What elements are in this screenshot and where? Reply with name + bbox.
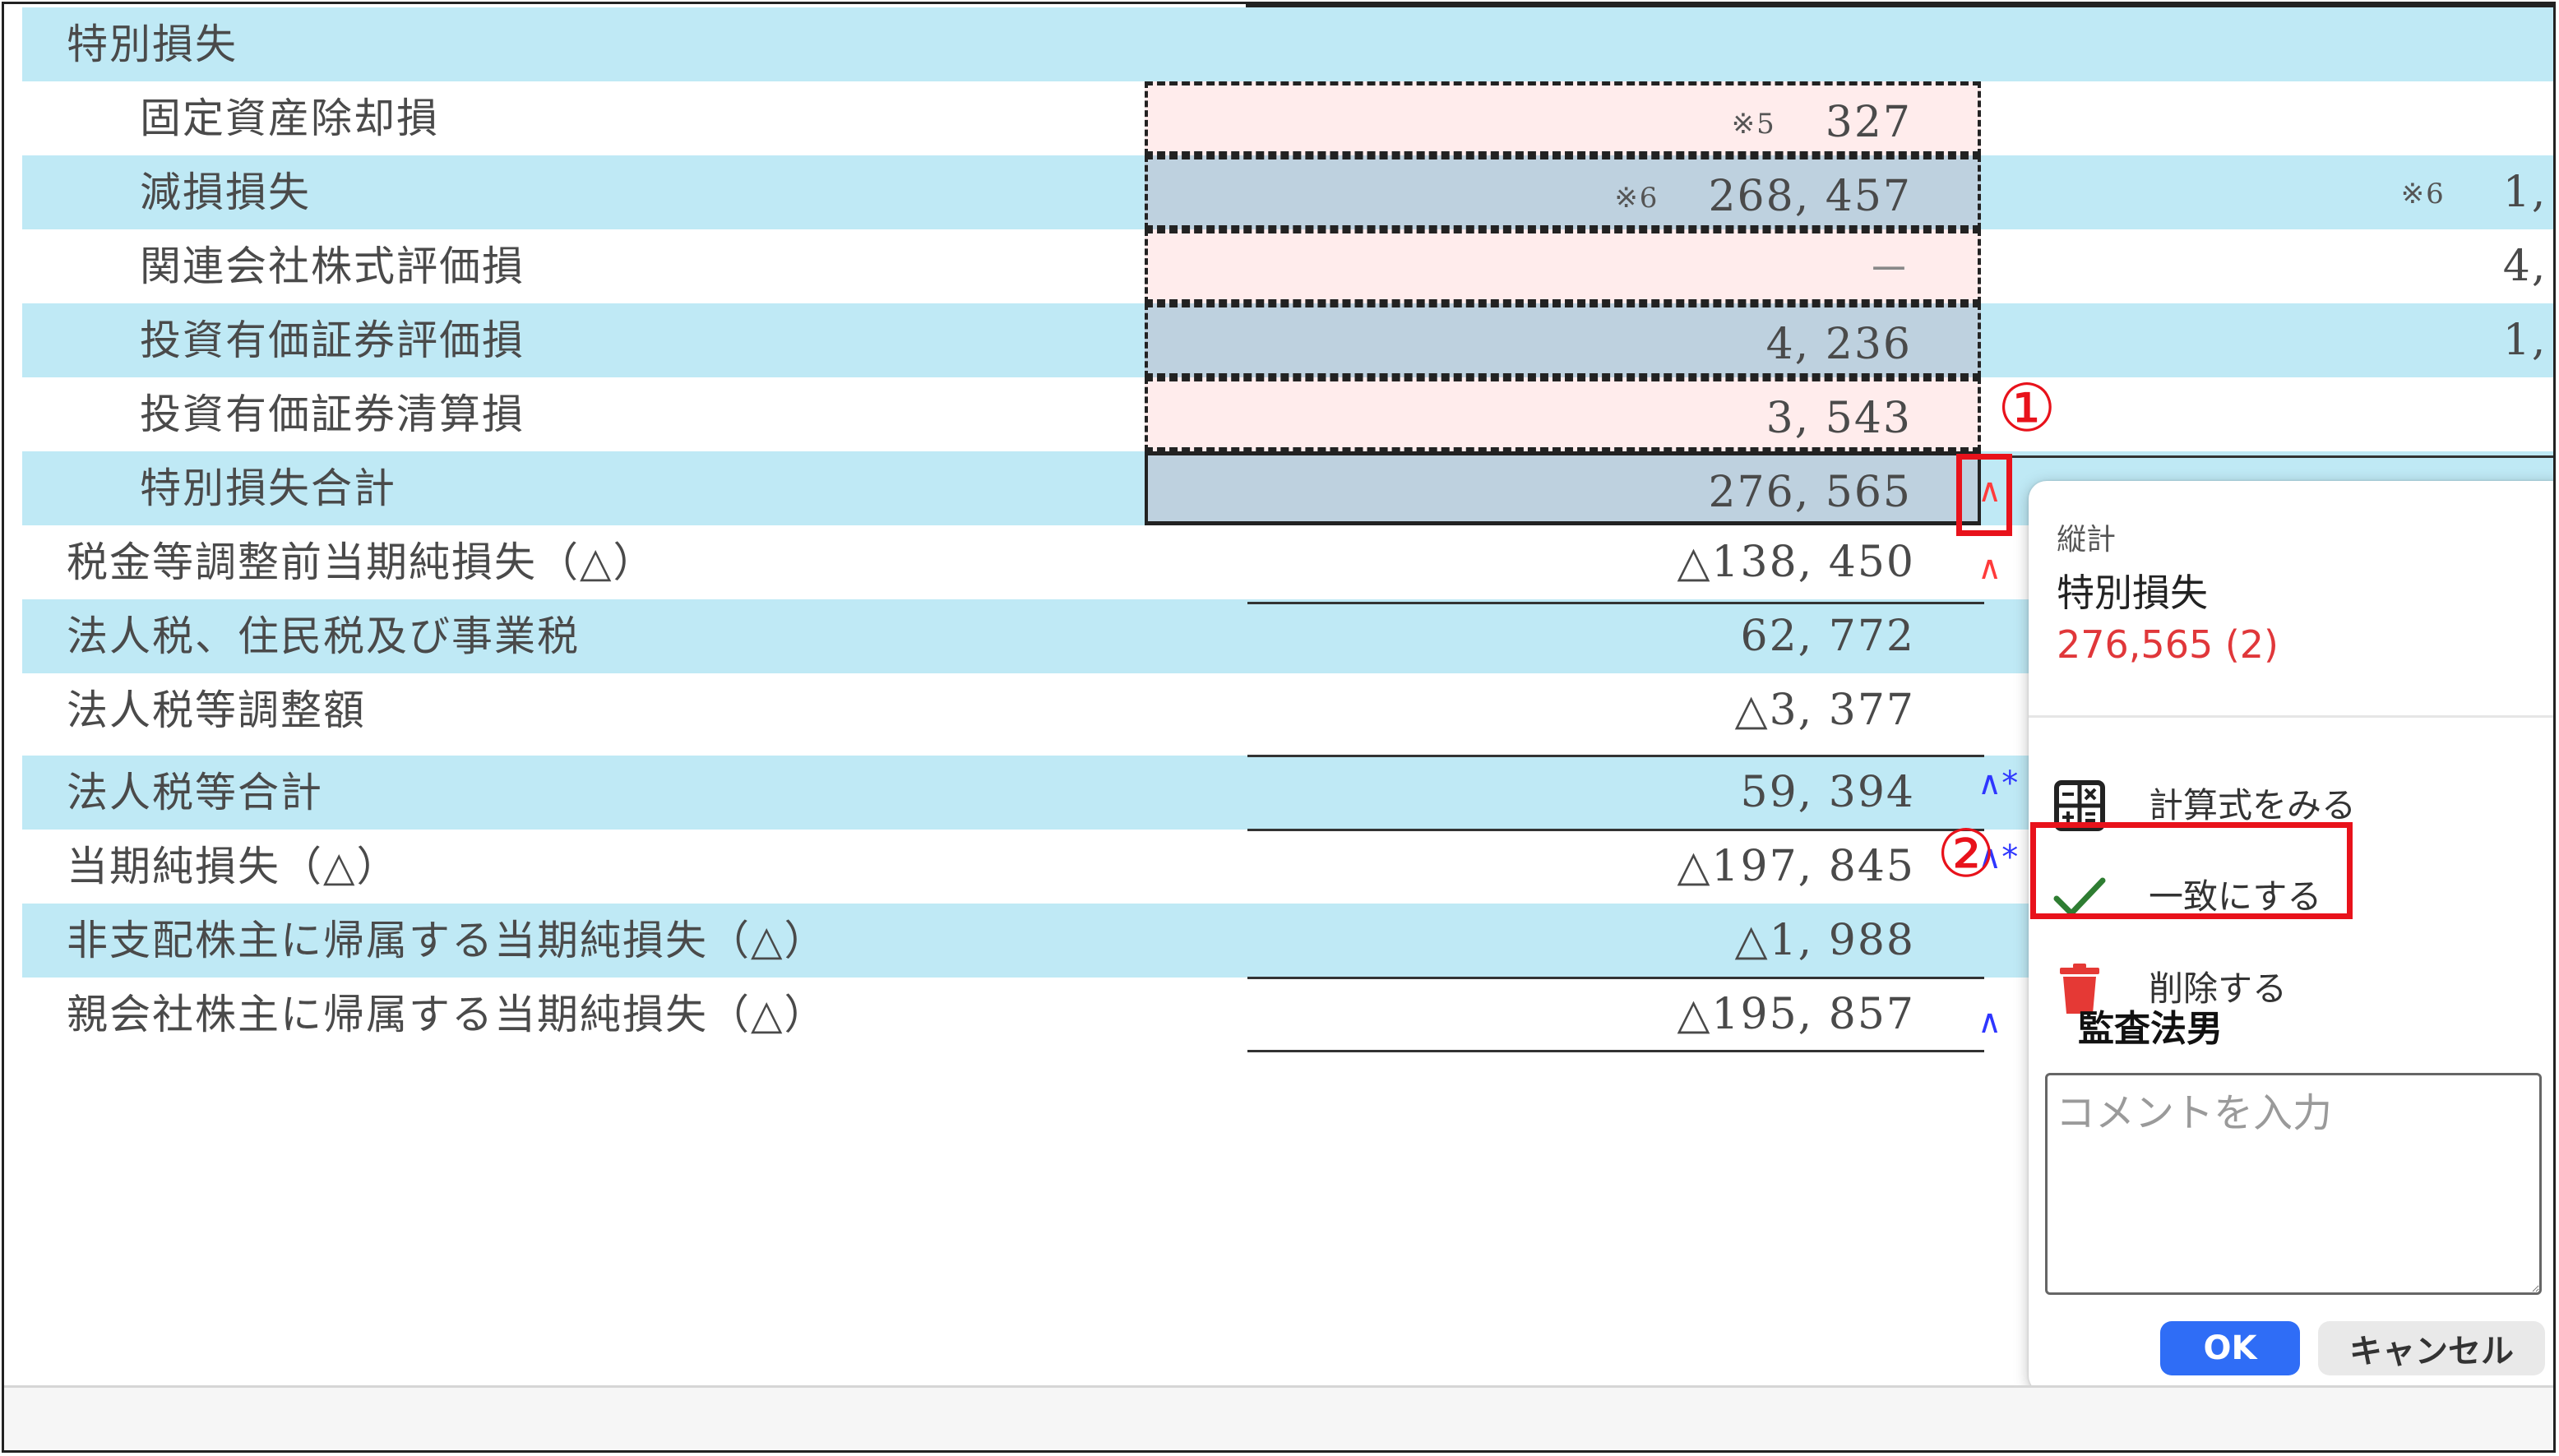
callout-box-2	[2030, 822, 2353, 919]
selected-cell[interactable]: ※6 268, 457	[1145, 155, 1981, 229]
table-row: 固定資産除却損 ※5 327	[22, 81, 2553, 155]
row-label: 固定資産除却損	[140, 95, 439, 142]
total-underline	[1247, 977, 1984, 979]
amount-cell[interactable]: △138, 450	[1145, 525, 1981, 599]
callout-number-2: ②	[1937, 816, 1996, 892]
check-type-label: 縦計	[2057, 523, 2117, 557]
cell-value: 1, 8	[2502, 316, 2553, 365]
row-label: 投資有価証券清算損	[140, 391, 525, 438]
reviewer-name: 監査法男	[2078, 1008, 2223, 1050]
cell-value: 62, 772	[1740, 612, 1915, 661]
row-label: 減損損失	[140, 169, 311, 216]
cell-value: △138, 450	[1677, 538, 1915, 587]
amount-cell[interactable]: 62, 772	[1145, 599, 1981, 673]
cell-value: －	[1867, 246, 1912, 295]
amount-cell[interactable]: 59, 394	[1145, 756, 1981, 830]
cell-value: △3, 377	[1734, 686, 1915, 735]
total-cell[interactable]: 276, 565	[1145, 451, 1981, 525]
selected-cell[interactable]: ※5 327	[1145, 81, 1981, 155]
row-label: 当期純損失（△）	[67, 843, 400, 890]
divider	[2029, 715, 2553, 718]
row-label: 関連会社株式評価損	[140, 243, 525, 290]
match-mark[interactable]: ∧	[1978, 1005, 2001, 1038]
row-label: 特別損失合計	[140, 465, 396, 512]
table-row: 減損損失 ※6 268, 457 ※6 1, 6	[22, 155, 2553, 229]
ok-button[interactable]: OK	[2160, 1321, 2300, 1375]
callout-number-1: ①	[1997, 370, 2057, 446]
selected-cell[interactable]: 4, 236	[1145, 303, 1981, 377]
row-label: 税金等調整前当期純損失（△）	[67, 538, 656, 586]
selected-cell[interactable]: 3, 543	[1145, 377, 1981, 451]
mismatch-mark[interactable]: ∧	[1978, 552, 2001, 585]
cell-value: 3, 543	[1765, 394, 1912, 443]
footnote-ref: ※6	[1614, 182, 1659, 215]
footnote-ref: ※6	[2400, 178, 2446, 210]
cell-value: 4, 236	[1765, 320, 1912, 369]
row-label: 非支配株主に帰属する当期純損失（△）	[67, 917, 827, 964]
check-item-value: 276,565 (2)	[2057, 622, 2279, 667]
table-row: 関連会社株式評価損 － 4, 8	[22, 229, 2553, 303]
cell-value: 276, 565	[1708, 468, 1912, 517]
table-row: 投資有価証券評価損 4, 236 1, 8	[22, 303, 2553, 377]
row-label: 法人税、住民税及び事業税	[67, 612, 580, 660]
total-underline	[1247, 1050, 1984, 1052]
bottom-bar	[4, 1385, 2553, 1450]
check-item-title: 特別損失	[2057, 571, 2208, 615]
table-row: 特別損失	[22, 7, 2553, 81]
selected-cell[interactable]: －	[1145, 229, 1981, 303]
cancel-button[interactable]: キャンセル	[2318, 1321, 2545, 1375]
cell-value: 327	[1825, 98, 1912, 147]
check-popover: 縦計 特別損失 276,565 (2) 計算式をみる 一致にする 削除する 監査…	[2029, 481, 2553, 1394]
prior-total-underline	[1986, 455, 2553, 458]
financial-statement-view: 特別損失 固定資産除却損 ※5 327 減損損失 ※6 268, 457 ※6 1, …	[2, 2, 2556, 1453]
footnote-ref: ※5	[1731, 108, 1776, 141]
cell-value: 268, 457	[1708, 172, 1912, 221]
amount-cell[interactable]: △197, 845	[1145, 830, 1981, 904]
row-label: 法人税等合計	[67, 769, 323, 816]
match-mark[interactable]: ∧*	[1978, 767, 2018, 800]
cell-value: △195, 857	[1677, 990, 1915, 1039]
row-label: 法人税等調整額	[67, 686, 366, 734]
callout-box-1	[1956, 454, 2012, 536]
row-label: 親会社株主に帰属する当期純損失（△）	[67, 991, 827, 1038]
row-label: 投資有価証券評価損	[140, 317, 525, 364]
amount-cell[interactable]: △195, 857	[1145, 978, 1981, 1052]
total-underline	[1247, 602, 1984, 604]
total-underline	[1247, 829, 1984, 831]
cell-value: △1, 988	[1734, 916, 1915, 965]
prior-period-cell[interactable]: 1, 8	[2004, 303, 2553, 377]
total-underline	[1247, 755, 1984, 757]
prior-period-cell[interactable]: ※6 1, 6	[2004, 155, 2553, 229]
cell-value: 4, 8	[2502, 242, 2553, 291]
prior-period-cell[interactable]: 4, 8	[2004, 229, 2553, 303]
table-row: 投資有価証券清算損 3, 543	[22, 377, 2553, 451]
row-label: 特別損失	[67, 21, 238, 68]
cell-value: 1, 6	[2502, 168, 2553, 217]
comment-input[interactable]	[2045, 1073, 2542, 1295]
cell-value: △197, 845	[1677, 842, 1915, 891]
amount-cell[interactable]: △1, 988	[1145, 904, 1981, 978]
amount-cell[interactable]: △3, 377	[1145, 673, 1981, 747]
